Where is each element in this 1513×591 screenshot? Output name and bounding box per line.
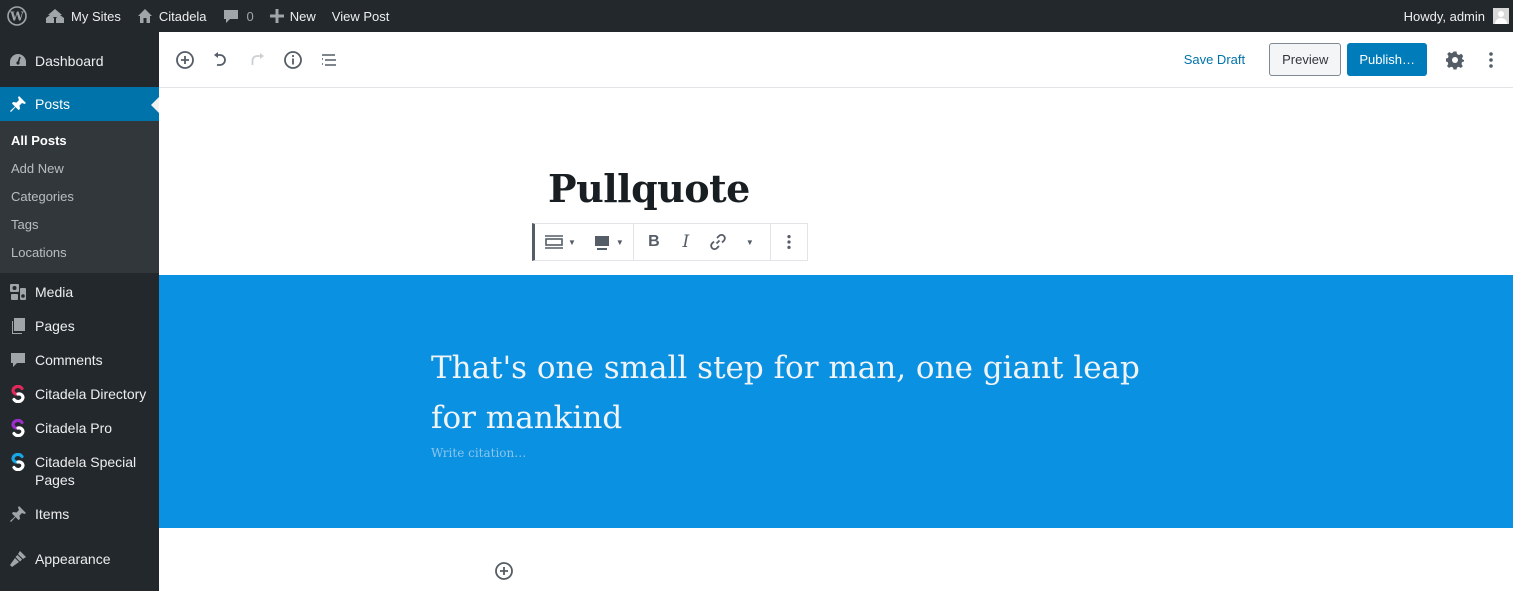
more-rich-text-button[interactable]: ▼ xyxy=(734,224,766,260)
pullquote-text[interactable]: That's one small step for man, one giant… xyxy=(431,343,1191,443)
avatar xyxy=(1493,8,1509,24)
citation-input[interactable]: Write citation… xyxy=(431,446,526,460)
submenu-categories[interactable]: Categories xyxy=(0,183,159,211)
pullquote-block[interactable]: That's one small step for man, one giant… xyxy=(159,275,1513,528)
posts-submenu: All Posts Add New Categories Tags Locati… xyxy=(0,121,159,273)
my-sites-icon xyxy=(45,8,65,24)
sidebar-item-label: Comments xyxy=(35,352,103,368)
undo-button[interactable] xyxy=(203,42,239,78)
redo-button[interactable] xyxy=(239,42,275,78)
my-sites-menu[interactable]: My Sites xyxy=(37,0,129,32)
site-name-label: Citadela xyxy=(158,8,207,24)
block-inserter-button[interactable] xyxy=(494,561,514,581)
add-block-icon xyxy=(495,562,513,580)
redo-icon xyxy=(251,52,264,65)
wordpress-logo-icon: W xyxy=(7,6,27,26)
submenu-add-new[interactable]: Add New xyxy=(0,155,159,183)
submenu-locations[interactable]: Locations xyxy=(0,239,159,267)
info-button[interactable] xyxy=(275,42,311,78)
add-block-icon xyxy=(176,50,194,69)
view-post-label: View Post xyxy=(331,8,390,24)
sidebar-item-citadela-special-pages[interactable]: Citadela Special Pages xyxy=(0,445,159,497)
admin-bar: W My Sites Citadela 0 New View Post Howd… xyxy=(0,0,1513,32)
bold-icon: B xyxy=(648,233,660,250)
new-content-menu[interactable]: New xyxy=(262,0,324,32)
appearance-icon xyxy=(9,550,27,568)
sidebar-item-label: Items xyxy=(35,506,70,522)
sidebar-item-label: Citadela Directory xyxy=(35,386,147,402)
pin-icon xyxy=(9,505,27,523)
comment-icon xyxy=(223,8,239,24)
preview-button[interactable]: Preview xyxy=(1269,43,1342,76)
change-style-button[interactable]: ▼ xyxy=(587,224,629,260)
italic-button[interactable]: I xyxy=(670,224,702,260)
settings-button[interactable] xyxy=(1437,42,1473,78)
block-toolbar: ▼ ▼ B I ▼ xyxy=(532,223,808,261)
submenu-tags[interactable]: Tags xyxy=(0,211,159,239)
caret-down-icon: ▼ xyxy=(745,237,754,247)
change-alignment-button[interactable]: ▼ xyxy=(539,224,581,260)
bold-button[interactable]: B xyxy=(638,224,670,260)
block-alignment-icon xyxy=(545,235,563,249)
add-block-button[interactable] xyxy=(167,42,203,78)
comments-menu[interactable]: 0 xyxy=(215,0,262,32)
wordpress-logo-button[interactable]: W xyxy=(0,0,37,32)
gear-icon xyxy=(1446,51,1464,69)
citadela-directory-icon xyxy=(9,385,27,403)
sidebar-item-items[interactable]: Items xyxy=(0,497,159,531)
site-name-menu[interactable]: Citadela xyxy=(129,0,215,32)
link-button[interactable] xyxy=(702,224,734,260)
vertical-ellipsis-icon xyxy=(1489,51,1493,68)
post-title[interactable]: Pullquote xyxy=(548,166,750,211)
sidebar-item-label: Posts xyxy=(35,96,71,112)
comment-count: 0 xyxy=(246,8,254,24)
caret-down-icon: ▼ xyxy=(568,237,576,247)
sidebar-item-label: Media xyxy=(35,284,74,300)
sidebar-item-pages[interactable]: Pages xyxy=(0,309,159,343)
vertical-ellipsis-icon xyxy=(787,234,791,250)
sidebar-item-label: Citadela Special Pages xyxy=(35,454,137,488)
comments-icon xyxy=(9,351,27,369)
sidebar-item-media[interactable]: Media xyxy=(0,275,159,309)
more-options-button[interactable] xyxy=(775,224,803,260)
howdy-greeting: Howdy, admin xyxy=(1403,8,1485,24)
submenu-all-posts[interactable]: All Posts xyxy=(0,127,159,155)
svg-text:W: W xyxy=(9,10,24,24)
plus-icon xyxy=(269,9,284,23)
block-navigation-icon xyxy=(322,53,336,66)
sidebar-item-label: Pages xyxy=(35,318,75,334)
block-style-icon xyxy=(594,236,609,250)
home-icon xyxy=(137,8,153,24)
citadela-special-pages-icon xyxy=(9,453,27,471)
dashboard-icon xyxy=(9,52,27,70)
media-icon xyxy=(9,283,27,301)
pin-icon xyxy=(9,95,27,113)
sidebar-item-appearance[interactable]: Appearance xyxy=(0,542,159,576)
my-sites-label: My Sites xyxy=(71,8,121,24)
sidebar-item-citadela-directory[interactable]: Citadela Directory xyxy=(0,377,159,411)
sidebar-item-citadela-pro[interactable]: Citadela Pro xyxy=(0,411,159,445)
my-account-menu[interactable]: Howdy, admin xyxy=(1396,0,1513,32)
sidebar-item-dashboard[interactable]: Dashboard xyxy=(0,44,159,78)
link-icon xyxy=(710,234,726,250)
sidebar-item-label: Dashboard xyxy=(35,53,104,69)
caret-down-icon: ▼ xyxy=(615,237,624,247)
sidebar-item-label: Citadela Pro xyxy=(35,420,113,436)
save-draft-button[interactable]: Save Draft xyxy=(1172,52,1257,67)
admin-sidebar: Dashboard Posts All Posts Add New Catego… xyxy=(0,32,159,591)
italic-icon: I xyxy=(682,232,690,252)
citadela-pro-icon xyxy=(9,419,27,437)
pages-icon xyxy=(9,317,27,335)
editor-header: Save Draft Preview Publish… xyxy=(159,32,1513,88)
block-navigation-button[interactable] xyxy=(311,42,347,78)
sidebar-item-posts[interactable]: Posts xyxy=(0,87,159,121)
more-tools-button[interactable] xyxy=(1473,42,1509,78)
new-label: New xyxy=(289,8,316,24)
sidebar-item-label: Appearance xyxy=(35,551,111,567)
info-icon xyxy=(284,50,302,69)
publish-button[interactable]: Publish… xyxy=(1347,43,1427,76)
sidebar-item-comments[interactable]: Comments xyxy=(0,343,159,377)
undo-icon xyxy=(214,51,226,66)
view-post-link[interactable]: View Post xyxy=(324,0,398,32)
